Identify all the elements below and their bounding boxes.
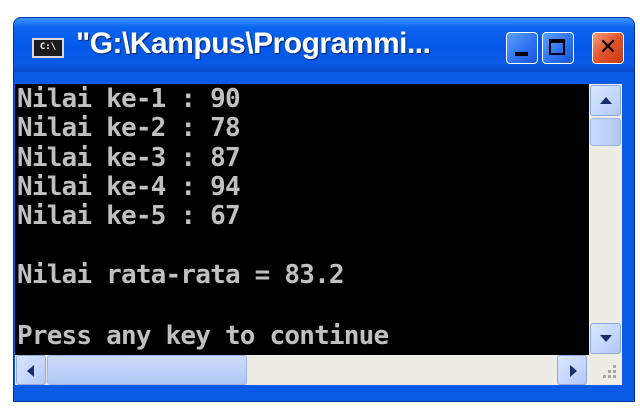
console-line: Nilai ke-4 : 94 — [17, 172, 241, 202]
scroll-left-button[interactable] — [16, 355, 46, 385]
minimize-button[interactable] — [506, 32, 538, 64]
vertical-scrollbar[interactable] — [589, 84, 622, 355]
arrow-down-icon — [600, 335, 612, 342]
console-line: Nilai rata-rata = 83.2 — [17, 260, 345, 290]
scroll-up-button[interactable] — [590, 85, 621, 116]
console-line: Nilai ke-3 : 87 — [17, 143, 241, 173]
minimize-icon — [515, 52, 528, 56]
console-app-icon[interactable]: C:\ — [32, 38, 64, 58]
resize-grip-icon[interactable] — [589, 355, 622, 385]
arrow-left-icon — [27, 365, 34, 377]
console-line: Press any key to continue — [17, 321, 389, 351]
scroll-right-button[interactable] — [557, 355, 587, 385]
scroll-down-button[interactable] — [590, 323, 621, 354]
title-bar[interactable]: C:\ "G:\Kampus\Programmi... ✕ — [14, 18, 634, 72]
vertical-scroll-thumb[interactable] — [590, 118, 621, 146]
horizontal-scrollbar[interactable] — [15, 355, 589, 385]
close-icon: ✕ — [598, 35, 618, 60]
console-output[interactable]: Nilai ke-1 : 90 Nilai ke-2 : 78 Nilai ke… — [15, 84, 589, 355]
close-button[interactable]: ✕ — [592, 32, 624, 64]
console-line: Nilai ke-2 : 78 — [17, 113, 241, 143]
maximize-button[interactable] — [542, 32, 574, 64]
maximize-icon — [549, 39, 565, 55]
window-title: "G:\Kampus\Programmi... — [76, 27, 431, 60]
arrow-up-icon — [600, 97, 612, 104]
arrow-right-icon — [570, 365, 577, 377]
console-line: Nilai ke-1 : 90 — [17, 84, 241, 114]
horizontal-scroll-thumb[interactable] — [47, 355, 247, 385]
console-line: Nilai ke-5 : 67 — [17, 201, 241, 231]
